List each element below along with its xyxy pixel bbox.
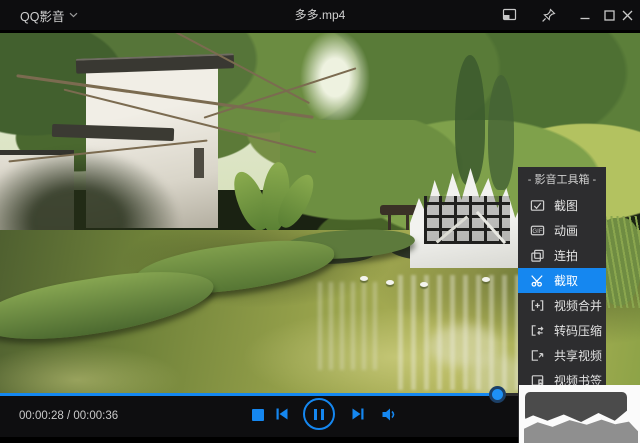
toolbox-item-burst[interactable]: 连拍 [518, 243, 606, 268]
volume-icon [381, 409, 398, 426]
merge-icon [530, 298, 545, 313]
app-name: QQ影音 [20, 6, 64, 25]
toolbox-item-label: 转码压缩 [554, 322, 602, 339]
burst-icon [530, 248, 545, 263]
previous-button[interactable] [274, 406, 290, 427]
scene-tree [455, 55, 485, 185]
chevron-down-icon [69, 8, 78, 22]
svg-text:GIF: GIF [532, 228, 542, 235]
stop-button[interactable] [252, 409, 264, 421]
toolbox-item-merge[interactable]: 视频合并 [518, 293, 606, 318]
next-button[interactable] [350, 406, 366, 427]
gif-icon: GIF [530, 223, 545, 238]
maximize-button[interactable] [600, 7, 618, 23]
volume-button[interactable] [381, 407, 398, 427]
pin-icon [541, 8, 556, 23]
preview-dark-shape [525, 392, 627, 422]
scene-sky-gap [300, 30, 370, 125]
play-pause-button[interactable] [303, 398, 335, 430]
mini-mode-button[interactable] [500, 7, 518, 23]
preview-thumbnail-popup [519, 385, 640, 443]
pin-button[interactable] [539, 7, 557, 23]
toolbox-item-transcode[interactable]: 转码压缩 [518, 318, 606, 343]
toolbox-item-label: 动画 [554, 222, 578, 239]
scene-duck [360, 276, 368, 281]
scissors-icon [530, 273, 545, 288]
scene-duck [420, 282, 428, 287]
toolbox-item-clip[interactable]: 截取 [518, 268, 606, 293]
scene-window [194, 148, 204, 178]
close-button[interactable] [618, 7, 636, 23]
toolbox-item-label: 截图 [554, 197, 578, 214]
scene-duck [386, 280, 394, 285]
scene-tree [488, 75, 514, 190]
toolbox-item-screenshot[interactable]: 截图 [518, 193, 606, 218]
maximize-icon [603, 9, 616, 22]
toolbox-item-label: 截取 [554, 272, 578, 289]
toolbox-item-label: 连拍 [554, 247, 578, 264]
titlebar: QQ影音 多多.mp4 [0, 0, 640, 30]
next-icon [350, 409, 366, 426]
qq-player-window: QQ影音 多多.mp4 [0, 0, 640, 443]
toolbox-item-label: 共享视频 [554, 347, 602, 364]
toolbox-item-gif[interactable]: GIF 动画 [518, 218, 606, 243]
mini-mode-icon [502, 8, 517, 22]
toolbox-item-label: 视频合并 [554, 297, 602, 314]
scene-reflection [318, 282, 382, 370]
minimize-button[interactable] [576, 7, 594, 23]
toolbox-header: - 影音工具箱 - [518, 167, 606, 193]
scene-duck [482, 277, 490, 282]
pause-icon [314, 409, 317, 420]
scene-pavilion [380, 205, 418, 215]
close-icon [621, 9, 634, 22]
screenshot-icon [530, 198, 545, 213]
minimize-icon [579, 9, 591, 21]
letterbox-strip [0, 30, 640, 33]
app-menu-button[interactable]: QQ影音 [20, 0, 78, 30]
transcode-icon [530, 323, 545, 338]
previous-icon [274, 409, 290, 426]
share-icon [530, 348, 545, 363]
time-display: 00:00:28 / 00:00:36 [19, 396, 118, 437]
toolbox-item-share[interactable]: 共享视频 [518, 343, 606, 368]
